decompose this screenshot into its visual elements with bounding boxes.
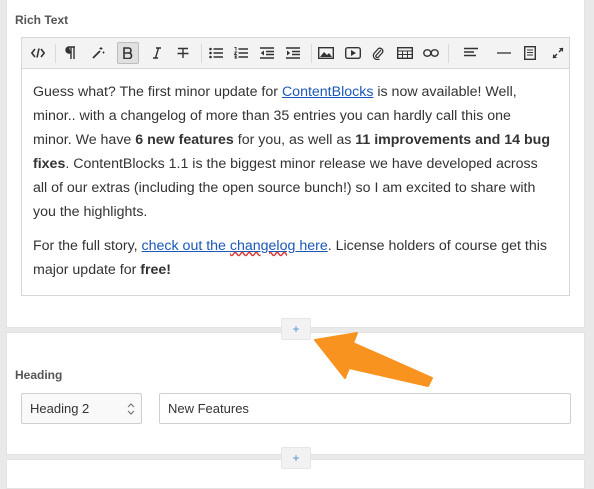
editor-toolbar — [22, 38, 569, 69]
bold-text: 6 new features — [135, 132, 234, 148]
strikethrough-icon[interactable] — [172, 42, 194, 64]
indent-icon[interactable] — [282, 42, 304, 64]
toolbar-separator — [448, 44, 449, 63]
fullscreen-icon[interactable] — [547, 42, 569, 64]
italic-icon[interactable] — [146, 42, 168, 64]
heading-text-input[interactable]: New Features — [159, 393, 571, 424]
attachment-icon[interactable] — [367, 42, 389, 64]
add-block-button[interactable]: + — [281, 318, 311, 340]
changelog-link[interactable]: check out the changelog here — [142, 238, 328, 254]
toolbar-separator — [201, 44, 202, 63]
paragraph: For the full story, check out the change… — [33, 234, 553, 282]
code-view-icon[interactable] — [27, 42, 49, 64]
link-text: check out the — [141, 238, 230, 254]
outdent-icon[interactable] — [256, 42, 278, 64]
text: For the full story, — [33, 238, 142, 254]
rich-text-label: Rich Text — [15, 13, 69, 27]
magic-wand-icon[interactable] — [87, 42, 109, 64]
toolbar-separator — [311, 44, 312, 63]
paragraph-format-icon[interactable] — [59, 42, 81, 64]
link-text: here — [295, 238, 328, 254]
table-icon[interactable] — [394, 42, 416, 64]
link-icon[interactable] — [420, 42, 442, 64]
horizontal-rule-icon[interactable] — [493, 42, 515, 64]
bold-icon[interactable] — [117, 42, 139, 64]
image-icon[interactable] — [315, 42, 337, 64]
rich-text-editor[interactable]: Guess what? The first minor update for C… — [21, 37, 570, 296]
contentblocks-link[interactable]: ContentBlocks — [282, 84, 373, 100]
select-arrows-icon — [127, 403, 135, 415]
plus-icon: + — [292, 322, 300, 336]
bold-text: free! — [140, 262, 172, 278]
bullet-list-icon[interactable] — [205, 42, 227, 64]
document-icon[interactable] — [519, 42, 541, 64]
text: . ContentBlocks 1.1 is the biggest minor… — [33, 156, 538, 220]
link-text-misspelled: changelog — [229, 238, 296, 254]
plus-icon: + — [292, 451, 300, 465]
video-icon[interactable] — [342, 42, 364, 64]
paragraph: Guess what? The first minor update for C… — [33, 80, 553, 224]
heading-level-value: Heading 2 — [30, 401, 90, 416]
align-icon[interactable] — [460, 42, 482, 64]
text: Guess what? The first minor update for — [33, 84, 282, 100]
heading-level-select[interactable]: Heading 2 — [21, 393, 142, 424]
numbered-list-icon[interactable] — [230, 42, 252, 64]
text: for you, as well as — [233, 132, 356, 148]
heading-label: Heading — [15, 368, 63, 382]
editor-content[interactable]: Guess what? The first minor update for C… — [33, 80, 553, 292]
add-block-button[interactable]: + — [281, 447, 311, 469]
toolbar-separator — [55, 44, 56, 63]
heading-text-value: New Features — [168, 401, 249, 416]
